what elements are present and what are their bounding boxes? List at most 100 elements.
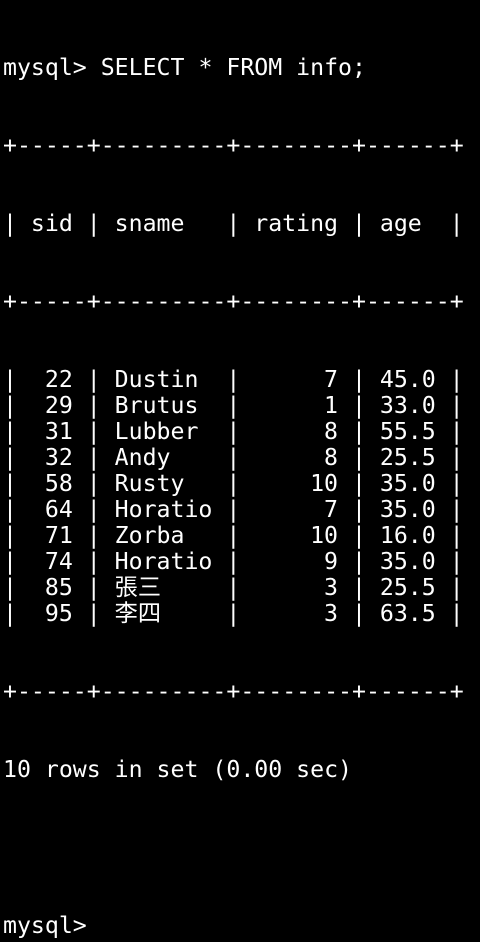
- column-separator: |: [351, 392, 366, 419]
- cell-age: 35.0: [379, 548, 436, 575]
- column-separator: |: [86, 392, 101, 419]
- cell-rating: 10: [310, 522, 338, 549]
- cell-sname: Horatio: [114, 548, 213, 575]
- column-separator: |: [351, 600, 366, 627]
- column-separator: |: [226, 496, 241, 523]
- column-separator: |: [86, 574, 101, 601]
- column-separator: |: [86, 366, 101, 393]
- cell-sid: 32: [44, 444, 73, 471]
- cell-sid: 64: [44, 496, 73, 523]
- column-separator: |: [449, 418, 464, 445]
- cell-rating: 8: [324, 418, 338, 445]
- column-separator: |: [86, 444, 101, 471]
- table-border-top: +-----+---------+--------+------+: [3, 132, 464, 159]
- cell-age: 25.5: [379, 444, 436, 471]
- column-separator: |: [449, 522, 464, 549]
- column-separator: |: [351, 444, 366, 471]
- table-row: | 58 | Rusty | 10 | 35.0 |: [3, 471, 480, 497]
- column-separator: |: [351, 574, 366, 601]
- column-separator: |: [3, 574, 17, 601]
- column-separator: |: [351, 522, 366, 549]
- cell-age: 35.0: [379, 470, 436, 497]
- column-separator: |: [3, 600, 17, 627]
- table-border-mid: +-----+---------+--------+------+: [3, 288, 464, 315]
- cell-sname: 李四: [114, 600, 162, 627]
- cell-age: 45.0: [379, 366, 436, 393]
- column-separator: |: [351, 366, 366, 393]
- column-separator: |: [86, 496, 101, 523]
- cell-sname: Horatio: [114, 496, 213, 523]
- cell-sname: Rusty: [114, 470, 185, 497]
- cell-sid: 95: [44, 600, 73, 627]
- column-separator: |: [226, 522, 241, 549]
- table-header: | sid | sname | rating | age |: [3, 211, 480, 237]
- cell-sname: Zorba: [114, 522, 185, 549]
- cell-rating: 9: [324, 548, 338, 575]
- header-sname: sname: [114, 210, 185, 237]
- cell-sid: 22: [44, 366, 73, 393]
- cell-age: 63.5: [379, 600, 436, 627]
- column-separator: |: [86, 600, 101, 627]
- column-separator: |: [449, 392, 464, 419]
- table-row: | 32 | Andy | 8 | 25.5 |: [3, 445, 480, 471]
- column-separator: |: [226, 418, 241, 445]
- column-separator: |: [3, 210, 17, 237]
- cell-rating: 7: [324, 496, 338, 523]
- table-row: | 85 | 張三 | 3 | 25.5 |: [3, 575, 480, 601]
- column-separator: |: [351, 418, 366, 445]
- column-separator: |: [3, 392, 17, 419]
- command-line: mysql> SELECT * FROM info;: [3, 54, 366, 81]
- column-separator: |: [3, 470, 17, 497]
- prompt[interactable]: mysql>: [3, 913, 480, 939]
- column-separator: |: [351, 548, 366, 575]
- cell-sname: 張三: [114, 574, 162, 601]
- header-rating: rating: [254, 210, 338, 237]
- table-body: | 22 | Dustin | 7 | 45.0 | | 29 | Brutus | 1 | 33.0 | | 31 |…: [3, 367, 480, 627]
- cell-sid: 31: [44, 418, 73, 445]
- cell-sname: Dustin: [114, 366, 199, 393]
- table-row: | 31 | Lubber | 8 | 55.5 |: [3, 419, 480, 445]
- column-separator: |: [3, 522, 17, 549]
- column-separator: |: [226, 366, 241, 393]
- column-separator: |: [449, 496, 464, 523]
- column-separator: |: [226, 392, 241, 419]
- column-separator: |: [226, 548, 241, 575]
- column-separator: |: [351, 210, 366, 237]
- column-separator: |: [226, 210, 241, 237]
- column-separator: |: [86, 548, 101, 575]
- column-separator: |: [449, 470, 464, 497]
- table-row: | 95 | 李四 | 3 | 63.5 |: [3, 601, 480, 627]
- column-separator: |: [449, 210, 464, 237]
- column-separator: |: [226, 574, 241, 601]
- column-separator: |: [449, 444, 464, 471]
- cell-sid: 85: [44, 574, 73, 601]
- cell-age: 55.5: [379, 418, 436, 445]
- column-separator: |: [351, 470, 366, 497]
- cell-age: 25.5: [379, 574, 436, 601]
- cell-sname: Lubber: [114, 418, 199, 445]
- column-separator: |: [3, 444, 17, 471]
- cell-age: 16.0: [379, 522, 436, 549]
- cell-sname: Brutus: [114, 392, 199, 419]
- column-separator: |: [449, 366, 464, 393]
- table-row: | 22 | Dustin | 7 | 45.0 |: [3, 367, 480, 393]
- column-separator: |: [86, 418, 101, 445]
- result-summary: 10 rows in set (0.00 sec): [3, 756, 353, 783]
- cell-age: 35.0: [379, 496, 436, 523]
- column-separator: |: [86, 210, 101, 237]
- cell-rating: 10: [310, 470, 338, 497]
- column-separator: |: [3, 548, 17, 575]
- cell-sname: Andy: [114, 444, 171, 471]
- column-separator: |: [449, 600, 464, 627]
- column-separator: |: [226, 470, 241, 497]
- column-separator: |: [86, 470, 101, 497]
- column-separator: |: [449, 574, 464, 601]
- table-row: | 71 | Zorba | 10 | 16.0 |: [3, 523, 480, 549]
- column-separator: |: [226, 600, 241, 627]
- cell-rating: 7: [324, 366, 338, 393]
- column-separator: |: [3, 418, 17, 445]
- column-separator: |: [226, 444, 241, 471]
- terminal[interactable]: mysql> SELECT * FROM info; +-----+------…: [0, 0, 480, 942]
- cell-rating: 1: [324, 392, 338, 419]
